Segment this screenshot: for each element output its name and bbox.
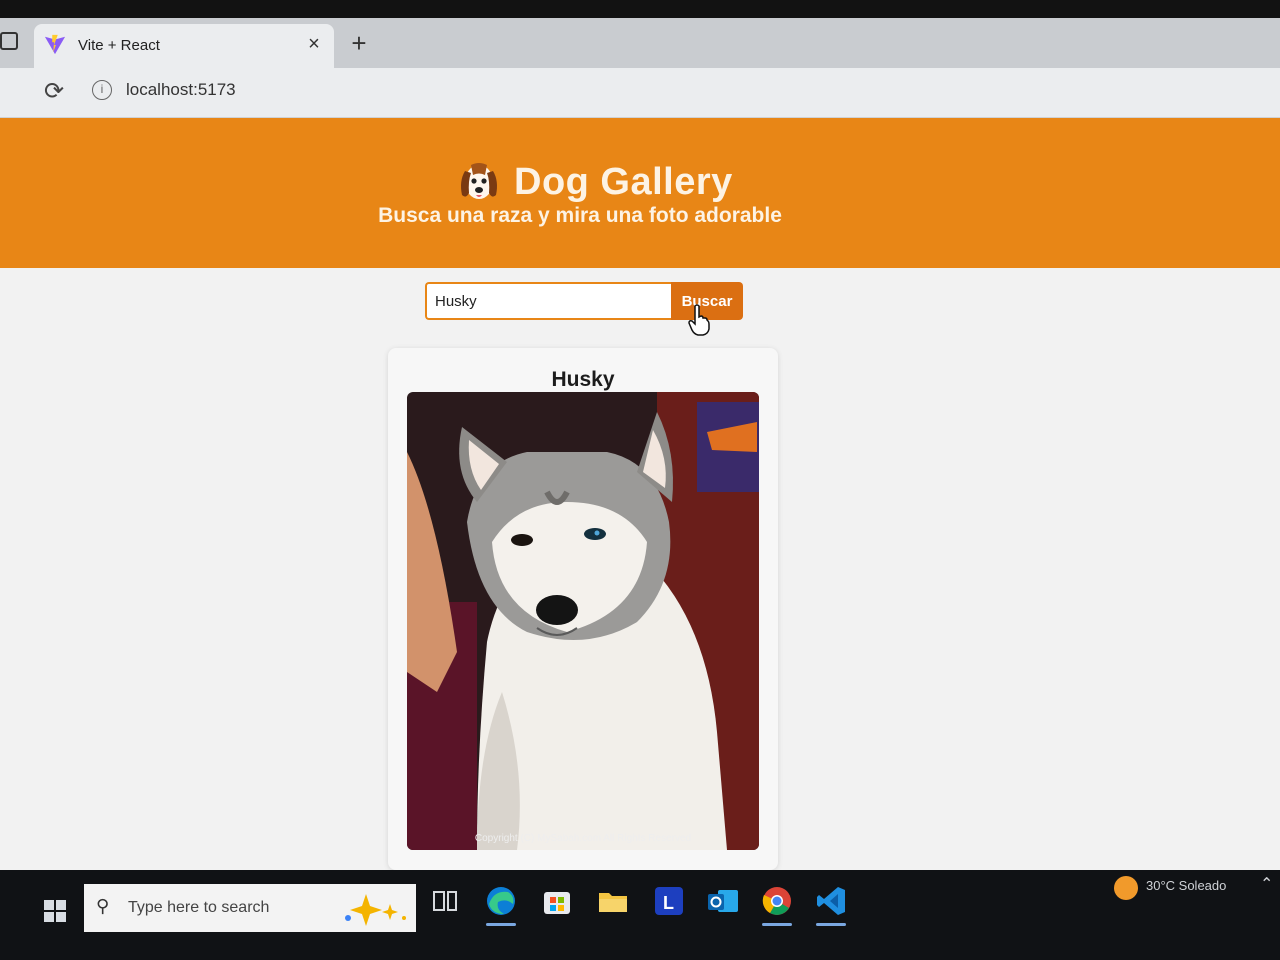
page-subtitle: Busca una raza y mira una foto adorable [378,204,782,227]
page-content: Dog Gallery Busca una raza y mira una fo… [0,118,1280,870]
site-info-icon[interactable]: i [92,80,112,100]
address-bar: ⟳ i localhost:5173 [0,68,1280,118]
chrome-icon[interactable] [760,884,794,926]
edge-icon[interactable] [484,884,518,926]
breed-name: Husky [551,368,615,391]
breed-search-input[interactable] [425,282,671,320]
file-explorer-icon[interactable] [596,884,630,918]
taskbar-search[interactable]: ⚲ Type here to search [84,884,416,932]
tab-close-icon[interactable]: × [302,32,326,56]
weather-sun-icon[interactable] [1114,876,1138,900]
page-title: Dog Gallery [514,160,733,203]
browser-tabstrip: Vite + React × + [0,18,1280,68]
dog-photo: Copyright (C) MySabah.com All Rights Res… [407,392,759,850]
taskbar-search-placeholder: Type here to search [128,899,270,916]
microsoft-store-icon[interactable] [540,884,574,918]
dog-face-icon [461,163,497,199]
taskbar: ⚲ Type here to search L 30°C Soleado ⌃ [0,870,1280,960]
tray-chevron-icon[interactable]: ⌃ [1260,874,1273,894]
photo-caption: Copyright (C) MySabah.com All Rights Res… [474,833,692,844]
dog-card: Husky Copyright (C) MySabah.com All Righ… [388,348,778,870]
page-header: Dog Gallery Busca una raza y mira una fo… [0,118,1280,268]
brand: Dog Gallery [456,152,733,212]
outlook-icon[interactable] [706,884,740,918]
vscode-icon[interactable] [814,884,848,926]
screen: Vite + React × + ⟳ i localhost:5173 Dog … [0,0,1280,960]
tab-actions-icon[interactable] [0,32,18,50]
hand-cursor-icon [688,304,710,336]
vite-logo-icon [44,34,66,55]
weather-text[interactable]: 30°C Soleado [1146,878,1226,893]
sparkle-icon [345,894,406,926]
browser-tab[interactable]: Vite + React × [34,24,334,68]
tab-title: Vite + React [78,37,160,54]
search-icon: ⚲ [96,896,110,916]
url-field[interactable]: localhost:5173 [126,80,236,100]
reload-icon[interactable]: ⟳ [40,78,68,106]
husky-photo-image [407,392,759,850]
windows-start-icon[interactable] [44,900,66,922]
task-view-icon[interactable] [428,884,462,918]
l-app-icon[interactable]: L [652,884,686,918]
svg-text:L: L [663,893,674,913]
new-tab-button[interactable]: + [344,28,374,58]
